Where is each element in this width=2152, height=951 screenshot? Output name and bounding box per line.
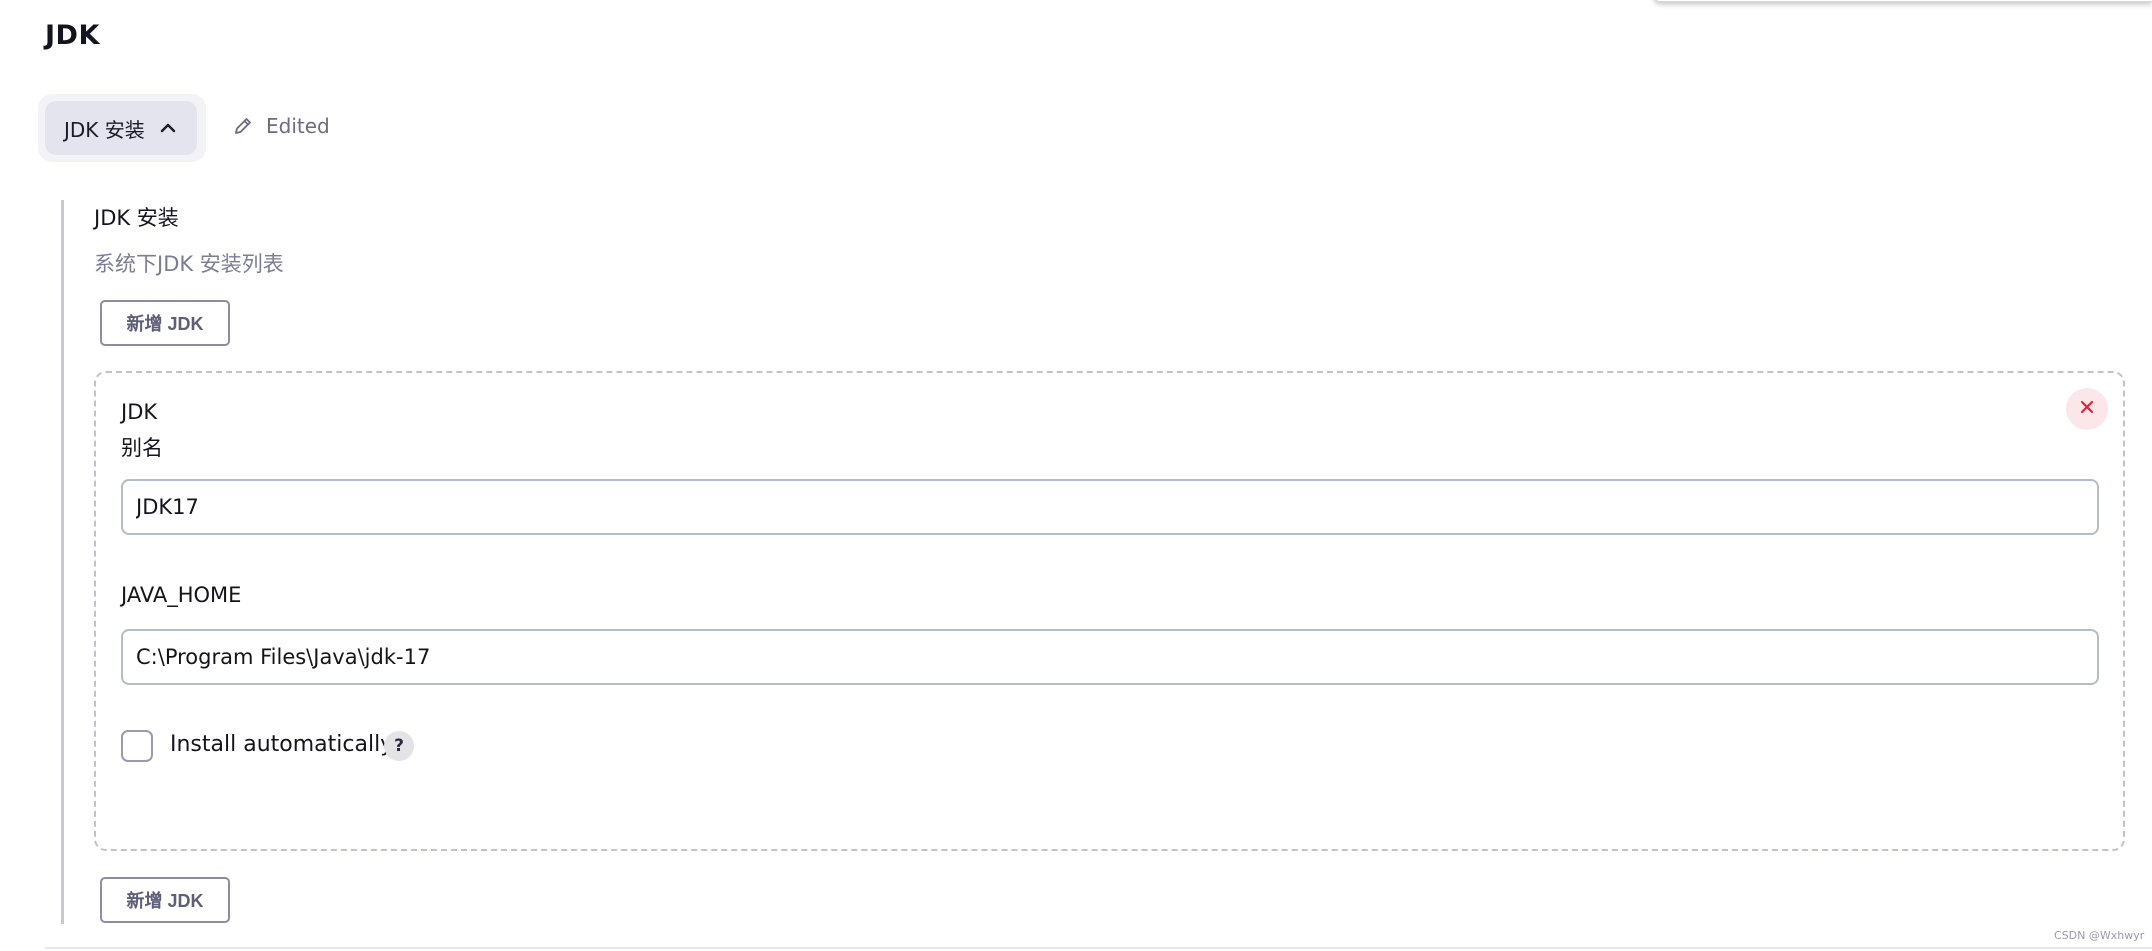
section-left-rule — [61, 200, 64, 924]
section-toggle-wrapper: JDK 安装 — [38, 94, 206, 162]
dropdown-shadow-edge — [1654, 0, 2152, 2]
bottom-divider — [45, 947, 2152, 949]
install-automatically-label[interactable]: Install automatically — [170, 732, 393, 757]
edited-label: Edited — [266, 114, 330, 138]
help-icon[interactable]: ? — [384, 731, 414, 761]
close-icon — [2078, 398, 2096, 420]
field-description: 系统下JDK 安装列表 — [94, 252, 284, 276]
pencil-icon — [232, 115, 254, 137]
chevron-up-icon — [157, 117, 179, 139]
section-title: JDK — [45, 20, 100, 51]
add-jdk-button-top[interactable]: 新增 JDK — [100, 300, 230, 346]
jdk-entry-header: JDK — [121, 400, 158, 424]
remove-jdk-button[interactable] — [2066, 388, 2108, 430]
field-title: JDK 安装 — [94, 206, 179, 230]
jdk-entry-container — [94, 371, 2125, 851]
jdk-name-input[interactable] — [121, 479, 2099, 535]
name-field-label: 别名 — [121, 436, 163, 460]
java-home-input[interactable] — [121, 629, 2099, 685]
watermark: CSDN @Wxhwyr — [2054, 929, 2145, 942]
java-home-label: JAVA_HOME — [121, 583, 242, 607]
add-jdk-button-bottom[interactable]: 新增 JDK — [100, 877, 230, 923]
toggle-label: JDK 安装 — [64, 117, 145, 142]
edited-indicator: Edited — [232, 114, 330, 138]
install-automatically-checkbox[interactable] — [121, 730, 153, 762]
jdk-install-toggle-button[interactable]: JDK 安装 — [45, 101, 197, 155]
